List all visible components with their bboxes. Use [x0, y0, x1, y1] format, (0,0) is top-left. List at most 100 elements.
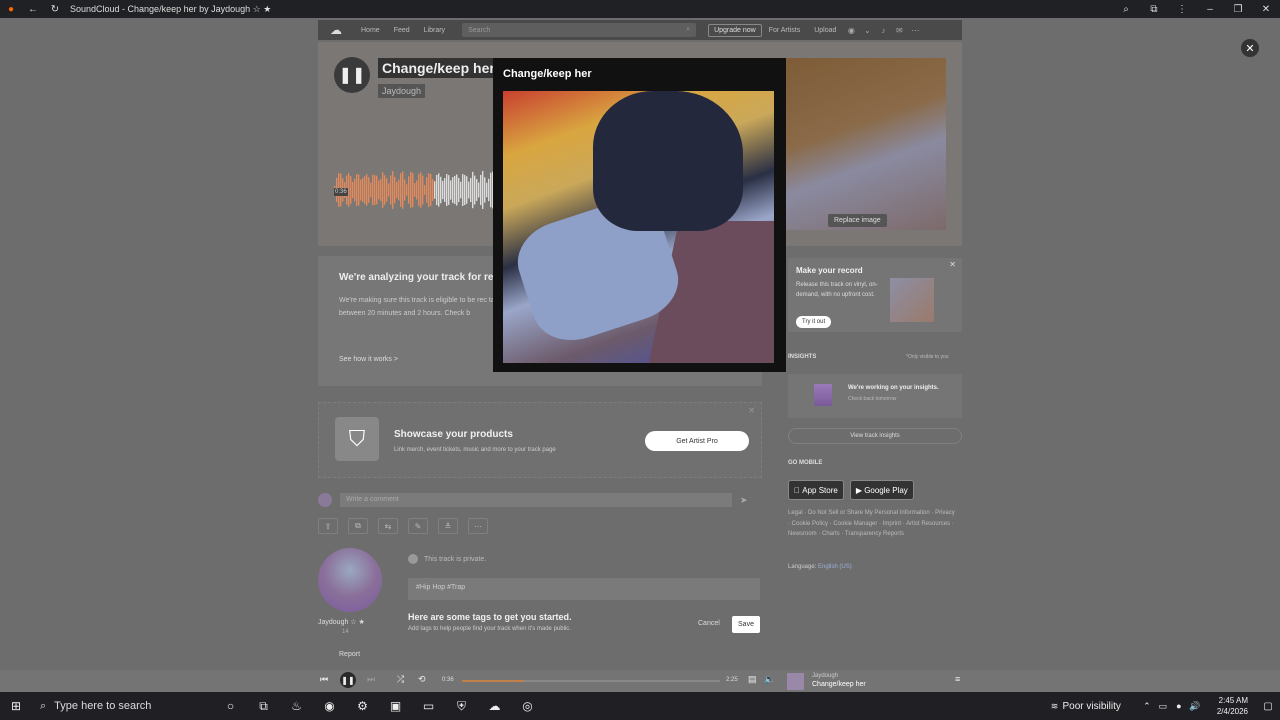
app-icon[interactable]: ♨ — [280, 699, 313, 714]
artwork-image — [503, 91, 774, 363]
hero-current-time: 0:36 — [334, 188, 348, 196]
upgrade-button[interactable]: Upgrade now — [708, 23, 762, 37]
network-icon[interactable]: ▭ — [1155, 701, 1171, 712]
clock-date: 2/4/2026 — [1216, 707, 1248, 716]
save-button[interactable]: Save — [732, 616, 760, 633]
try-it-out-button[interactable]: Try it out — [796, 316, 832, 328]
back-icon[interactable]: ← — [22, 4, 44, 15]
send-icon[interactable]: ➤ — [740, 495, 748, 506]
app-store-badge[interactable]:  App Store — [788, 480, 844, 500]
chevron-down-icon[interactable]: ⌄ — [859, 26, 875, 35]
for-artists-link[interactable]: For Artists — [762, 27, 808, 34]
zoom-icon[interactable]: ⌕ — [1112, 4, 1140, 15]
reload-icon[interactable]: ↻ — [44, 4, 66, 15]
edit-icon[interactable]: ✎ — [408, 518, 428, 534]
replace-image-button[interactable]: Replace image — [828, 214, 887, 227]
settings-icon[interactable]: ⚙ — [346, 699, 379, 714]
taskbar-search[interactable]: ⌕ Type here to search — [32, 692, 180, 720]
waveform-bar — [432, 179, 434, 201]
search-icon[interactable]: ⌕ — [686, 26, 690, 34]
artist-name[interactable]: Jaydough ☆ ★ — [318, 618, 365, 626]
close-modal-icon[interactable]: ✕ — [1241, 39, 1259, 57]
waveform-bar — [422, 175, 424, 205]
volume-icon[interactable]: 🔈 — [764, 674, 775, 685]
store-icon[interactable]: ▣ — [379, 699, 412, 714]
queue-icon[interactable]: ▤ — [748, 674, 757, 685]
windows-start-icon[interactable]: ⊞ — [0, 699, 32, 713]
language-value[interactable]: English (US) — [818, 564, 852, 570]
waveform-bar — [430, 174, 432, 206]
waveform-bar — [350, 176, 352, 204]
nav-feed[interactable]: Feed — [387, 27, 417, 34]
now-playing-artwork[interactable] — [787, 673, 804, 690]
microphone-icon[interactable]: ● — [1171, 701, 1187, 711]
browser-icon[interactable]: ◉ — [313, 699, 346, 714]
close-icon[interactable]: ✕ — [748, 406, 755, 415]
player-pause-button[interactable]: ❚❚ — [340, 672, 356, 688]
chrome-icon[interactable]: ◎ — [511, 699, 544, 714]
waveform-bar — [392, 171, 394, 209]
soundcloud-app-icon[interactable]: ☁ — [478, 699, 511, 714]
comment-input[interactable]: Write a comment — [340, 493, 732, 507]
hero-artist-name[interactable]: Jaydough — [378, 84, 426, 98]
upload-link[interactable]: Upload — [807, 27, 843, 34]
waveform-bar — [490, 172, 492, 208]
playlist-icon[interactable]: ≡ — [955, 674, 960, 684]
menu-icon[interactable]: ⋮ — [1168, 4, 1196, 15]
file-explorer-icon[interactable]: ▭ — [412, 699, 445, 714]
weather-icon: ≋ — [1050, 700, 1059, 711]
repeat-icon[interactable]: ⟲ — [418, 674, 426, 685]
notifications-icon[interactable]: ♪ — [875, 26, 891, 35]
nav-library[interactable]: Library — [417, 27, 452, 34]
see-how-link[interactable]: See how it works > — [339, 356, 398, 363]
messages-icon[interactable]: ✉ — [891, 26, 907, 35]
user-avatar-icon[interactable]: ◉ — [843, 26, 859, 35]
clock[interactable]: 2:45 AM 2/4/2026 — [1217, 695, 1248, 717]
get-artist-pro-button[interactable]: Get Artist Pro — [645, 431, 749, 451]
chevron-up-icon[interactable]: ⌃ — [1139, 701, 1155, 712]
waveform-bar — [470, 177, 472, 203]
showcase-subtitle: Link merch, event tickets, music and mor… — [394, 447, 556, 453]
copy-link-icon[interactable]: ⧉ — [348, 518, 368, 534]
previous-icon[interactable]: ⏮ — [320, 674, 328, 685]
task-view-icon[interactable]: ⧉ — [247, 699, 280, 714]
window-close-icon[interactable]: ✕ — [1252, 4, 1280, 15]
stats-icon[interactable]: ≚ — [438, 518, 458, 534]
extensions-icon[interactable]: ⧉ — [1140, 4, 1168, 15]
search-input[interactable]: Search ⌕ — [462, 23, 697, 37]
footer-links[interactable]: Legal · Do Not Sell or Share My Personal… — [788, 508, 958, 540]
more-actions-icon[interactable]: ⋯ — [468, 518, 488, 534]
vinyl-promo: Make your record Release this track on v… — [788, 258, 962, 332]
artist-avatar[interactable] — [318, 548, 382, 612]
site-header: ☁ Home Feed Library Search ⌕ Upgrade now… — [318, 20, 962, 40]
notification-icon[interactable]: ▢ — [1256, 701, 1280, 712]
soundcloud-logo-icon[interactable]: ☁ — [318, 20, 354, 40]
report-link[interactable]: Report — [339, 651, 360, 658]
waveform-bar — [410, 172, 412, 208]
more-icon[interactable]: ⋯ — [907, 26, 923, 35]
weather-text[interactable]: Poor visibility — [1063, 701, 1121, 712]
shield-icon[interactable]: ⛨ — [445, 699, 478, 714]
shuffle-icon[interactable]: ⤮ — [397, 674, 404, 685]
modal-title: Change/keep her — [503, 68, 592, 80]
repost-icon[interactable]: ⇆ — [378, 518, 398, 534]
view-track-insights-button[interactable]: View track insights — [788, 428, 962, 444]
artwork-modal: Change/keep her — [493, 58, 786, 372]
waveform-bar — [420, 172, 422, 208]
cortana-icon[interactable]: ○ — [214, 699, 247, 714]
now-playing-artist[interactable]: Jaydough — [812, 673, 838, 679]
tags-input[interactable]: #Hip Hop #Trap — [408, 578, 760, 600]
nav-home[interactable]: Home — [354, 27, 387, 34]
cancel-button[interactable]: Cancel — [698, 620, 720, 627]
share-icon[interactable]: ⇪ — [318, 518, 338, 534]
waveform[interactable] — [334, 160, 494, 216]
google-play-badge[interactable]: ▶ Google Play — [849, 480, 914, 500]
now-playing-title[interactable]: Change/keep her — [812, 681, 866, 688]
next-icon[interactable]: ⏭ — [367, 674, 375, 685]
restore-icon[interactable]: ❐ — [1224, 4, 1252, 15]
speaker-icon[interactable]: 🔊 — [1187, 701, 1203, 712]
progress-bar[interactable] — [462, 680, 720, 682]
pause-button[interactable]: ❚❚ — [334, 57, 370, 93]
minimize-icon[interactable]: – — [1196, 4, 1224, 15]
close-icon[interactable]: ✕ — [949, 260, 956, 269]
